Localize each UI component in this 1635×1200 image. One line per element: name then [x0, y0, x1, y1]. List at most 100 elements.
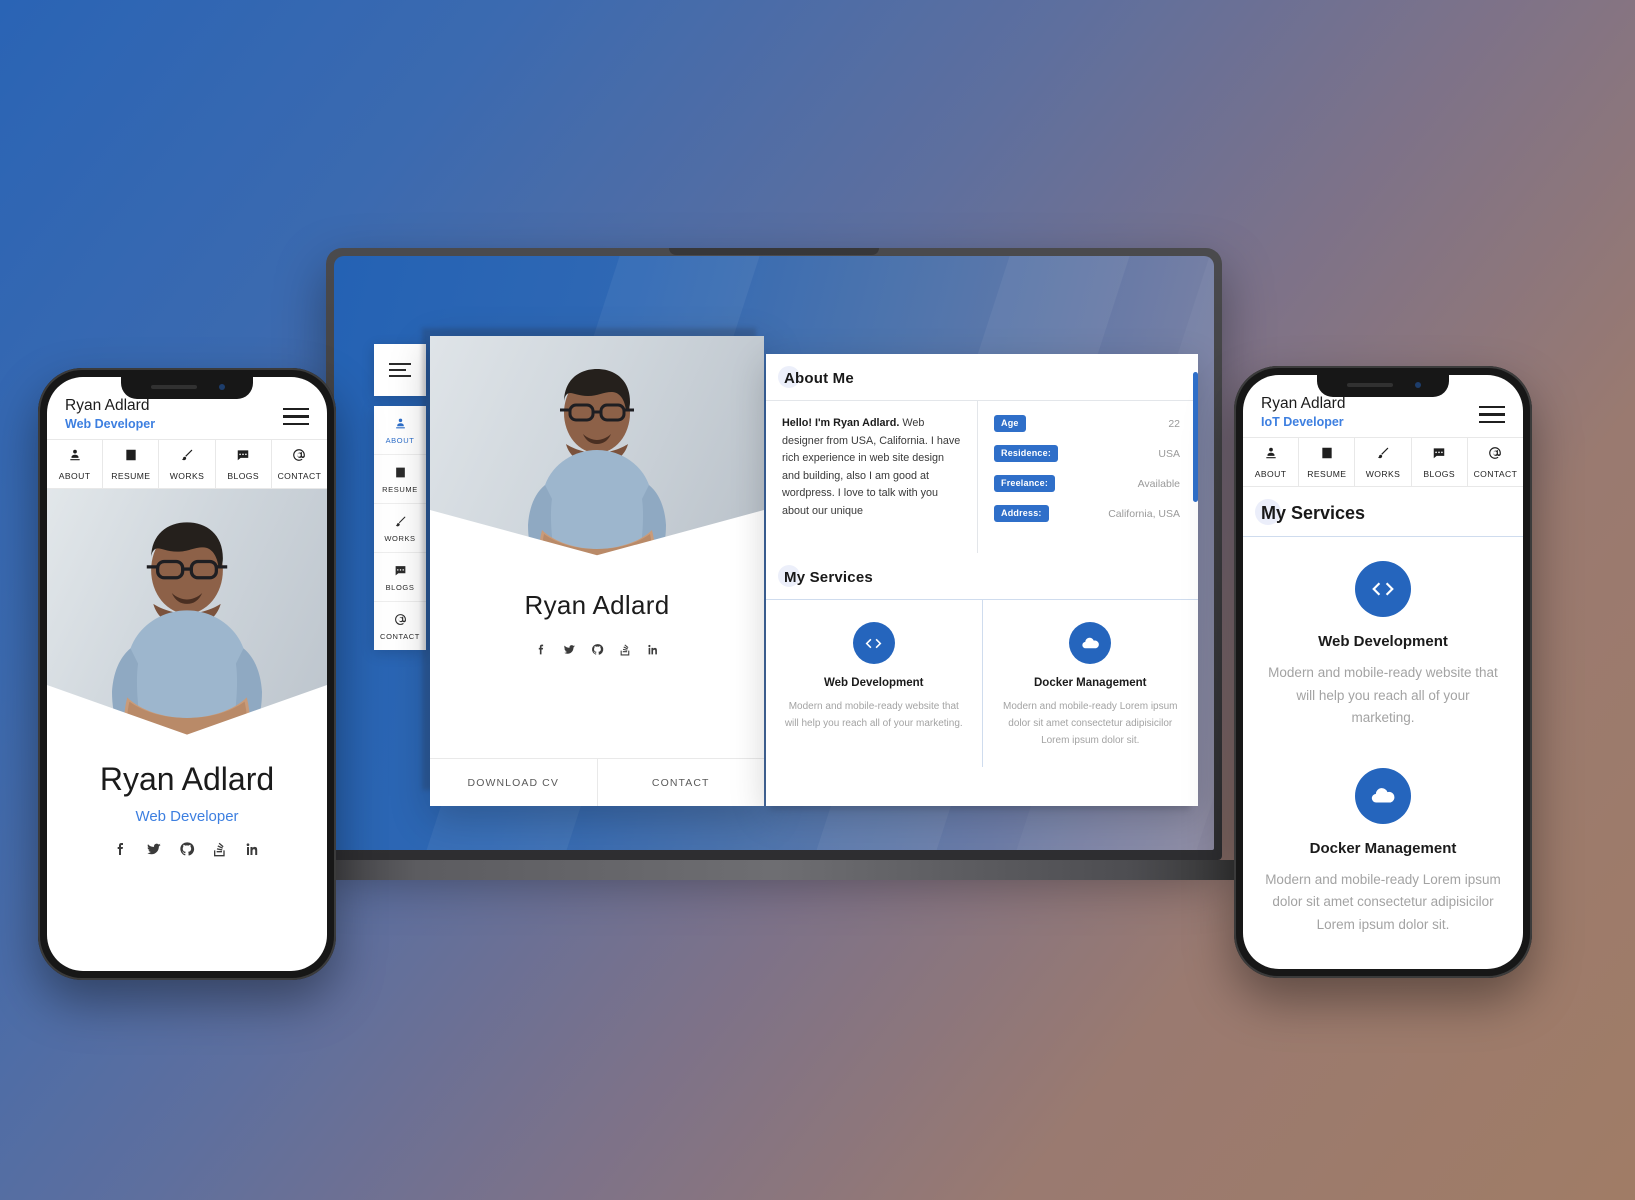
- facebook-icon[interactable]: [113, 841, 129, 862]
- info-value-address: California, USA: [1108, 507, 1180, 520]
- stackoverflow-icon[interactable]: [619, 643, 632, 661]
- nav-item-label: RESUME: [1307, 469, 1347, 479]
- about-body: Hello! I'm Ryan Adlard. Web designer fro…: [766, 401, 1198, 553]
- service-card-web-development[interactable]: Web Development Modern and mobile-ready …: [1243, 536, 1523, 738]
- info-label-residence: Residence:: [994, 445, 1059, 462]
- hamburger-icon[interactable]: [283, 403, 309, 430]
- linkedin-icon[interactable]: [647, 643, 660, 661]
- profile-name: Ryan Adlard: [99, 761, 275, 797]
- header-name: Ryan Adlard: [65, 397, 150, 414]
- laptop-mockup: ABOUT RESUME WORKS BLOGS CONTACT Ryan Ad…: [304, 248, 1244, 880]
- phone-body: Ryan Adlard Web Developer ABOUT RESUME W…: [38, 368, 336, 980]
- info-label-freelance: Freelance:: [994, 475, 1056, 492]
- phone-screen: Ryan Adlard IoT Developer ABOUT RESUME W…: [1243, 375, 1523, 969]
- laptop-camera-notch: [669, 248, 879, 255]
- nav-item-about[interactable]: ABOUT: [47, 440, 102, 488]
- service-description: Modern and mobile-ready Lorem ipsum dolo…: [1265, 871, 1501, 932]
- profile-photo: [47, 489, 327, 747]
- service-card-web-development[interactable]: Web Development Modern and mobile-ready …: [766, 600, 982, 767]
- nav-item-about[interactable]: ABOUT: [1243, 438, 1298, 486]
- about-lead: Hello! I'm Ryan Adlard.: [782, 417, 900, 429]
- document-icon: [126, 449, 136, 461]
- service-description: Modern and mobile-ready website that wil…: [784, 701, 963, 729]
- nav-item-label: BLOGS: [1423, 469, 1456, 479]
- info-label-address: Address:: [994, 505, 1049, 522]
- hamburger-icon[interactable]: [1479, 401, 1505, 428]
- service-title: Web Development: [1318, 633, 1448, 650]
- service-card-docker-management[interactable]: Docker Management Modern and mobile-read…: [1243, 738, 1523, 945]
- user-icon: [374, 417, 426, 433]
- social-links: [430, 643, 764, 661]
- twitter-icon[interactable]: [563, 643, 576, 661]
- service-title: Docker Management: [1034, 677, 1147, 689]
- menu-toggle-button[interactable]: [374, 344, 426, 396]
- about-text: Hello! I'm Ryan Adlard. Web designer fro…: [766, 401, 978, 553]
- phone-notch: [121, 377, 253, 399]
- phone-nav: ABOUT RESUME WORKS BLOGS CONTACT: [47, 439, 327, 489]
- twitter-icon[interactable]: [146, 841, 162, 862]
- nav-item-works[interactable]: WORKS: [158, 440, 214, 488]
- user-icon: [69, 449, 80, 461]
- sidebar-item-about[interactable]: ABOUT: [374, 406, 426, 454]
- code-icon: [852, 622, 895, 664]
- info-value-freelance: Available: [1137, 477, 1180, 490]
- laptop-lid: ABOUT RESUME WORKS BLOGS CONTACT Ryan Ad…: [326, 248, 1222, 860]
- sidebar-item-blogs[interactable]: BLOGS: [374, 552, 426, 601]
- sidebar-item-works[interactable]: WORKS: [374, 503, 426, 552]
- nav-item-contact[interactable]: CONTACT: [270, 440, 327, 488]
- nav-item-label: ABOUT: [58, 471, 91, 481]
- service-description: Modern and mobile-ready website that wil…: [1268, 665, 1498, 725]
- my-services-heading: My Services: [766, 553, 1198, 599]
- content-panel: About Me Hello! I'm Ryan Adlard. Web des…: [766, 354, 1198, 806]
- nav-item-blogs[interactable]: BLOGS: [1410, 438, 1467, 486]
- nav-item-blogs[interactable]: BLOGS: [214, 440, 271, 488]
- nav-item-label: BLOGS: [227, 471, 260, 481]
- contact-button[interactable]: CONTACT: [596, 759, 765, 806]
- nav-item-label: RESUME: [111, 471, 151, 481]
- social-links: [47, 841, 327, 862]
- nav-item-label: WORKS: [169, 471, 205, 481]
- at-icon: [1489, 447, 1502, 459]
- info-value-residence: USA: [1158, 447, 1180, 460]
- document-icon: [374, 466, 426, 482]
- download-cv-button[interactable]: DOWNLOAD CV: [430, 759, 597, 806]
- profile-actions: DOWNLOAD CV CONTACT: [430, 758, 764, 806]
- facebook-icon[interactable]: [535, 643, 548, 661]
- linkedin-icon[interactable]: [245, 841, 261, 862]
- about-me-title: About Me: [784, 370, 854, 387]
- about-paragraph: Web designer from USA, California. I hav…: [782, 417, 961, 517]
- profile-role: Web Developer: [135, 808, 239, 825]
- nav-item-label: ABOUT: [1254, 469, 1287, 479]
- info-row: Address: California, USA: [994, 505, 1180, 522]
- nav-item-contact[interactable]: CONTACT: [1466, 438, 1523, 486]
- comment-icon: [1433, 448, 1445, 459]
- phone-right-mockup: Ryan Adlard IoT Developer ABOUT RESUME W…: [1234, 366, 1532, 978]
- services-body: Web Development Modern and mobile-ready …: [766, 599, 1198, 767]
- speaker-grille: [1347, 383, 1393, 387]
- nav-item-works[interactable]: WORKS: [1354, 438, 1410, 486]
- cloud-icon: [1069, 622, 1112, 664]
- nav-item-resume[interactable]: RESUME: [102, 440, 158, 488]
- info-row: Freelance: Available: [994, 475, 1180, 492]
- sidebar-item-resume[interactable]: RESUME: [374, 454, 426, 503]
- document-icon: [1322, 447, 1332, 459]
- speaker-grille: [151, 385, 197, 389]
- nav-item-resume[interactable]: RESUME: [1298, 438, 1354, 486]
- stackoverflow-icon[interactable]: [212, 841, 228, 862]
- brush-icon: [374, 515, 426, 531]
- sidebar-item-contact[interactable]: CONTACT: [374, 601, 426, 650]
- sidebar-item-label: RESUME: [382, 485, 418, 494]
- my-services-heading: My Services: [1243, 487, 1523, 536]
- header-name: Ryan Adlard: [1261, 395, 1346, 412]
- about-info-list: Age 22 Residence: USA Freelance: Availab…: [978, 401, 1198, 553]
- nav-item-label: WORKS: [1365, 469, 1401, 479]
- laptop-base: [304, 860, 1244, 880]
- about-me-heading: About Me: [766, 354, 1198, 400]
- service-card-docker-management[interactable]: Docker Management Modern and mobile-read…: [981, 600, 1199, 767]
- sidebar-item-label: CONTACT: [380, 632, 420, 641]
- github-icon[interactable]: [591, 643, 604, 661]
- sidebar-item-label: ABOUT: [385, 436, 415, 445]
- my-services-title: My Services: [784, 569, 873, 586]
- at-icon: [374, 613, 426, 629]
- github-icon[interactable]: [179, 841, 195, 862]
